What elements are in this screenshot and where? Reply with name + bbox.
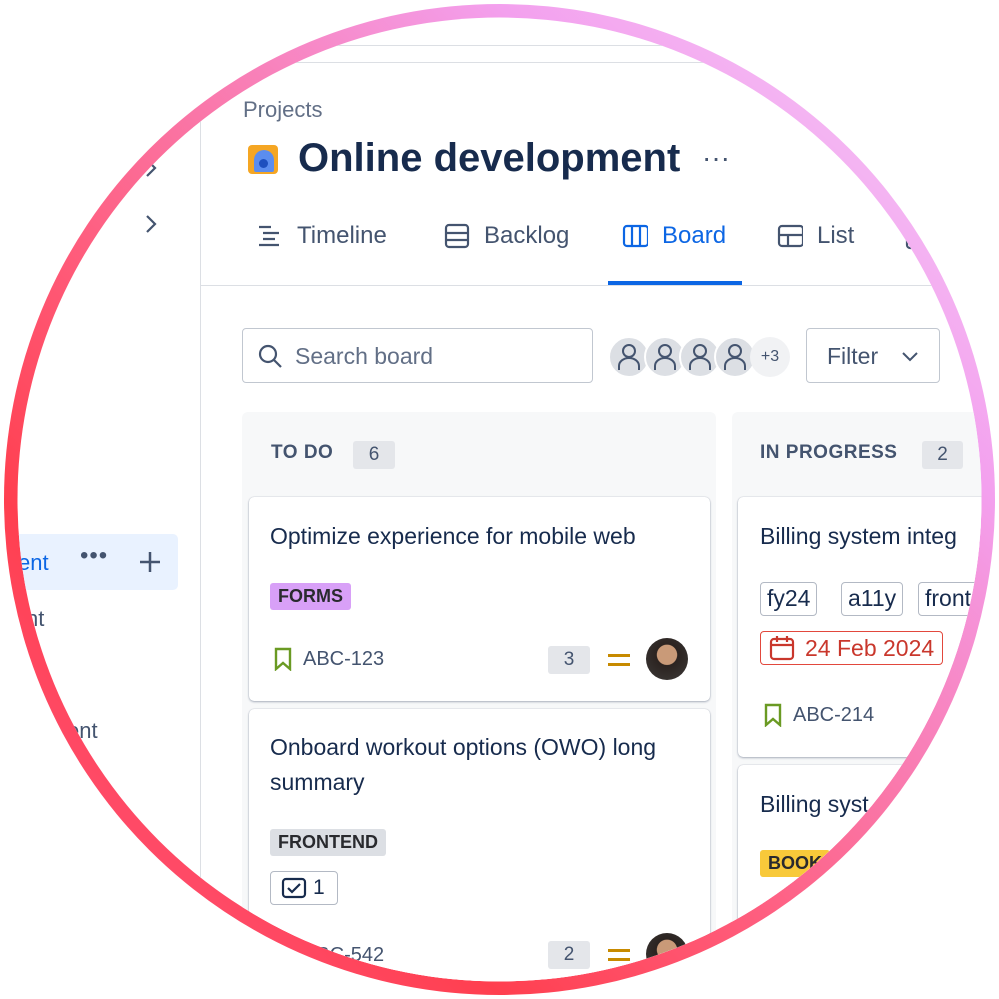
story-points: 3: [548, 646, 590, 674]
card-title: Billing syst: [760, 791, 869, 817]
more-avatars-button[interactable]: +3: [750, 337, 790, 377]
timeline-icon: [259, 225, 279, 247]
tab-timeline[interactable]: Timeline: [257, 222, 387, 250]
priority-medium-icon: [608, 654, 630, 666]
chevron-down-icon: [902, 352, 918, 362]
tabs-divider: [200, 285, 982, 286]
search-placeholder: Search board: [295, 343, 434, 369]
project-icon: [248, 145, 278, 174]
chevron-right-icon[interactable]: [142, 214, 160, 234]
issue-key[interactable]: ABC-214: [763, 703, 874, 727]
priority-medium-icon: [608, 949, 630, 961]
column-count: 2: [922, 441, 963, 469]
search-icon: [258, 344, 282, 368]
due-date-badge: 24 Feb 2024: [760, 631, 944, 665]
person-icon: [689, 344, 711, 370]
page-title: Online development: [298, 136, 681, 180]
checklist-badge: 1: [270, 871, 338, 905]
search-input[interactable]: Search board: [242, 328, 593, 383]
story-points: 2: [548, 941, 590, 969]
column-title: IN PROGRESS: [760, 442, 898, 463]
top-divider: [200, 62, 982, 63]
issue-card[interactable]: Billing syst BOOK: [738, 765, 982, 982]
plus-icon[interactable]: [139, 551, 161, 573]
calendar-icon: [769, 636, 795, 661]
card-title: Billing system integ: [760, 523, 957, 549]
tab-list[interactable]: List: [777, 222, 854, 250]
tab-label: Board: [662, 222, 727, 249]
card-title: Optimize experience for mobile web: [270, 523, 636, 549]
board-icon: [622, 224, 648, 248]
story-icon: [274, 647, 292, 671]
label-lozenge: FORMS: [270, 583, 351, 610]
person-icon: [724, 344, 746, 370]
checkbox-icon: [281, 877, 307, 899]
issue-card[interactable]: Optimize experience for mobile web FORMS…: [249, 497, 710, 701]
card-title: Onboard workout options (OWO) long summa…: [270, 734, 657, 795]
issue-card[interactable]: Billing system integ fy24 a11y front 24 …: [738, 497, 982, 757]
tab-label: Timeline: [297, 222, 387, 249]
tab-board[interactable]: Board: [622, 222, 726, 250]
person-icon: [654, 344, 676, 370]
tag: fy24: [760, 582, 818, 616]
filter-button[interactable]: Filter: [806, 328, 940, 383]
sidebar-divider: [200, 62, 201, 982]
label-lozenge: FRONTEND: [270, 829, 386, 856]
tab-backlog[interactable]: Backlog: [444, 222, 569, 250]
breadcrumb[interactable]: Projects: [243, 97, 322, 123]
person-icon: [618, 344, 640, 370]
column-count: 6: [353, 441, 395, 469]
tag: a11y: [841, 582, 904, 616]
assignee-avatar[interactable]: [646, 638, 688, 680]
more-dots-icon[interactable]: •••: [80, 542, 108, 570]
backlog-icon: [444, 223, 470, 249]
tab-label: Backlog: [484, 222, 570, 249]
list-icon: [777, 224, 803, 248]
more-actions-button[interactable]: ···: [702, 142, 730, 174]
issue-key[interactable]: ABC-123: [273, 647, 384, 671]
story-icon: [764, 703, 782, 727]
tab-label: List: [817, 222, 855, 249]
filter-label: Filter: [827, 343, 879, 369]
column-title: TO DO: [271, 442, 334, 463]
sidebar-item-active[interactable]: ent •••: [17, 534, 178, 590]
